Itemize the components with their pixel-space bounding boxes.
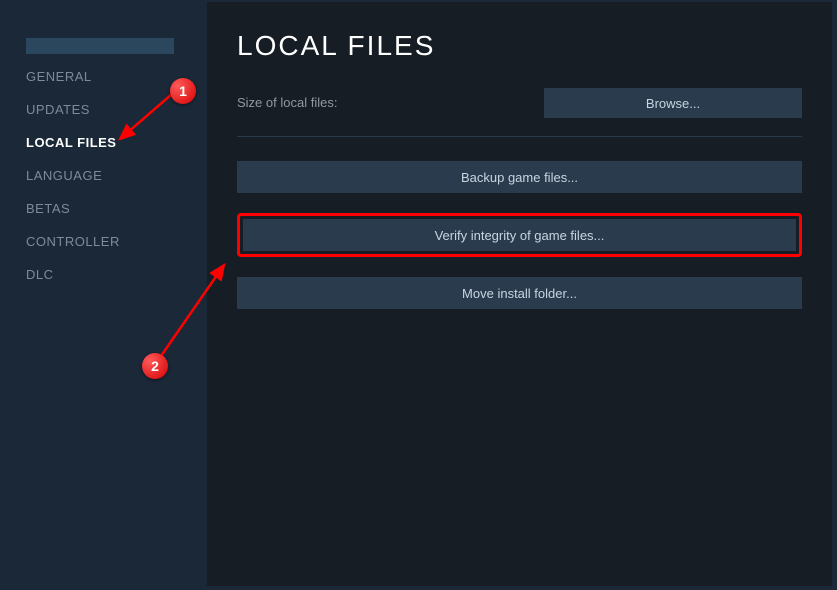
page-title: LOCAL FILES: [237, 30, 802, 62]
verify-integrity-button[interactable]: Verify integrity of game files...: [243, 219, 796, 251]
sidebar-item-language[interactable]: LANGUAGE: [26, 159, 207, 192]
move-install-folder-button[interactable]: Move install folder...: [237, 277, 802, 309]
main-panel: LOCAL FILES Size of local files: Browse.…: [207, 2, 832, 586]
sidebar-header-bar: [26, 38, 174, 54]
annotation-marker-2: 2: [142, 353, 168, 379]
size-row: Size of local files: Browse...: [237, 88, 802, 118]
annotation-marker-1: 1: [170, 78, 196, 104]
size-label: Size of local files:: [237, 95, 337, 110]
sidebar-item-controller[interactable]: CONTROLLER: [26, 225, 207, 258]
divider: [237, 136, 802, 137]
browse-button[interactable]: Browse...: [544, 88, 802, 118]
sidebar-item-local-files[interactable]: LOCAL FILES: [26, 126, 207, 159]
annotation-highlight: Verify integrity of game files...: [237, 213, 802, 257]
sidebar-item-betas[interactable]: BETAS: [26, 192, 207, 225]
backup-game-files-button[interactable]: Backup game files...: [237, 161, 802, 193]
sidebar-item-dlc[interactable]: DLC: [26, 258, 207, 291]
